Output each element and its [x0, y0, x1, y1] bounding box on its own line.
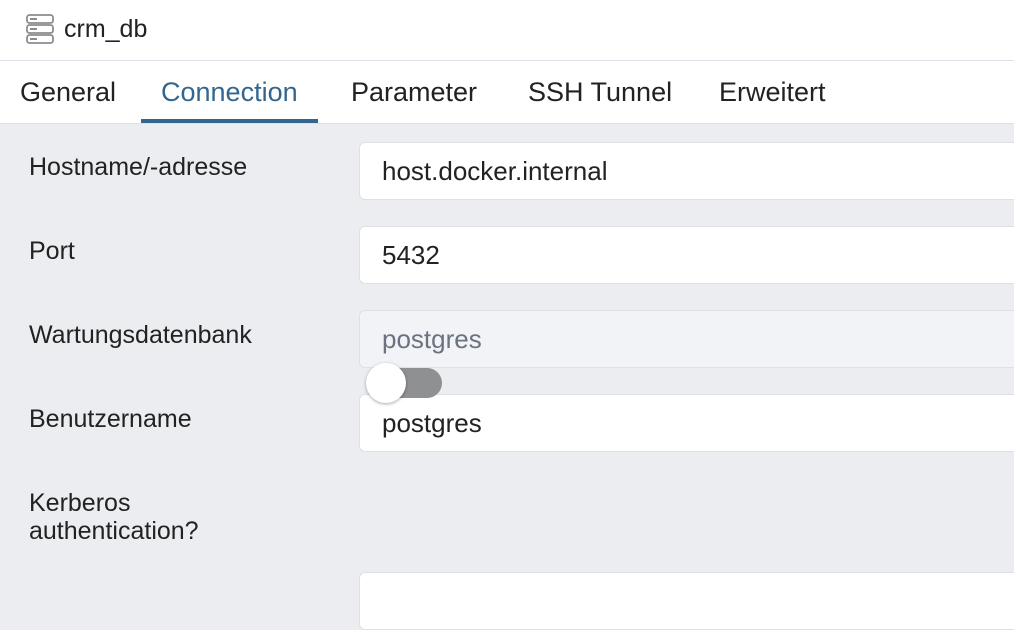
- maintenance-db-label: Wartungsdatenbank: [29, 321, 252, 349]
- hostname-field[interactable]: host.docker.internal: [359, 142, 1014, 200]
- server-icon: [26, 14, 54, 44]
- kerberos-label-line2: authentication?: [29, 517, 199, 545]
- kerberos-toggle[interactable]: [366, 362, 442, 404]
- window-title: crm_db: [64, 15, 148, 43]
- window-header: crm_db: [0, 0, 1014, 61]
- hostname-label: Hostname/-adresse: [29, 153, 248, 181]
- tab-connection[interactable]: Connection: [141, 61, 318, 123]
- maintenance-db-field: postgres: [359, 310, 1014, 368]
- username-label: Benutzername: [29, 405, 192, 433]
- tab-parameter[interactable]: Parameter: [331, 61, 497, 123]
- tab-ssh-tunnel[interactable]: SSH Tunnel: [508, 61, 692, 123]
- username-field[interactable]: postgres: [359, 394, 1014, 452]
- connection-form: Hostname/-adresse host.docker.internal P…: [0, 124, 1014, 630]
- tab-general[interactable]: General: [0, 61, 136, 123]
- port-label: Port: [29, 237, 75, 265]
- kerberos-label-line1: Kerberos: [29, 489, 131, 517]
- tab-bar: General Connection Parameter SSH Tunnel …: [0, 61, 1014, 124]
- toggle-knob: [366, 363, 406, 403]
- port-field[interactable]: 5432: [359, 226, 1014, 284]
- tab-erweitert[interactable]: Erweitert: [699, 61, 846, 123]
- next-field[interactable]: [359, 572, 1014, 630]
